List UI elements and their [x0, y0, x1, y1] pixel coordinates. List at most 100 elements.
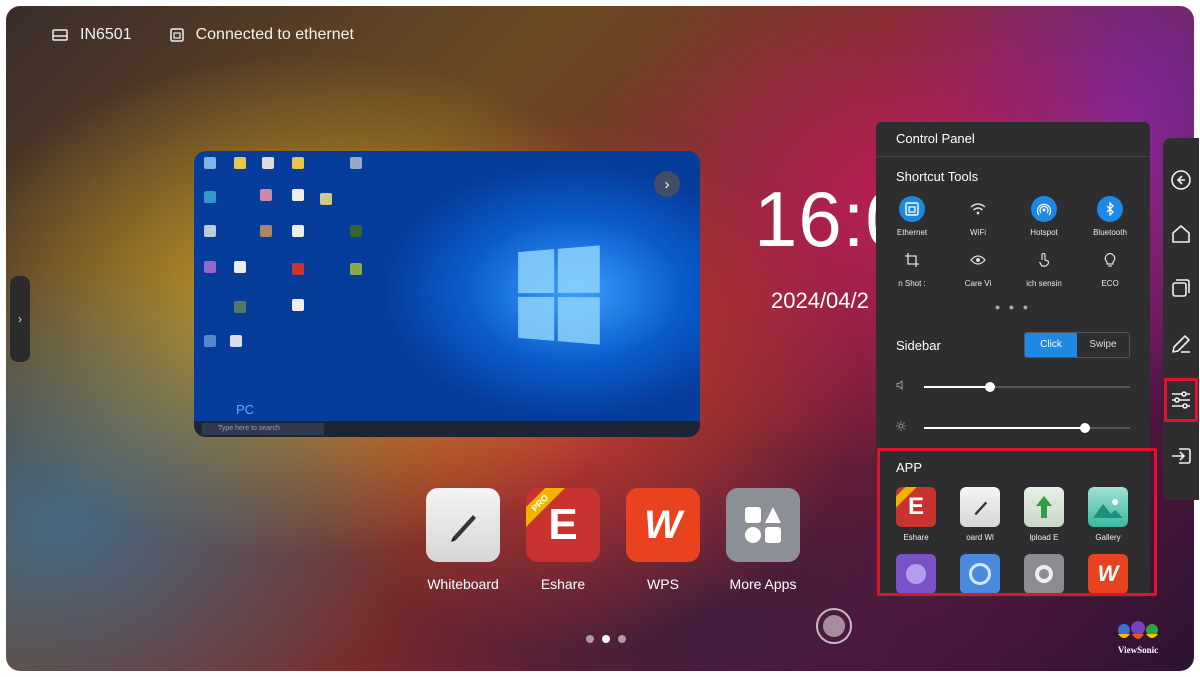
whiteboard-icon — [426, 488, 500, 562]
recent-apps-icon[interactable] — [1169, 276, 1193, 300]
shortcut-ethernet[interactable]: Ethernet — [879, 196, 945, 237]
floating-home-button[interactable] — [816, 608, 852, 644]
ethernet-icon — [169, 28, 184, 42]
dock-app-more-apps[interactable]: More Apps — [726, 488, 800, 592]
desktop-icon — [234, 157, 246, 169]
home-icon[interactable] — [1169, 222, 1193, 246]
shortcut-label: WiFi — [970, 228, 986, 237]
desktop-icon — [204, 261, 216, 273]
sidebar-option-click[interactable]: Click — [1025, 333, 1077, 357]
desktop-icon — [350, 225, 362, 237]
taskbar: Type here to search — [194, 421, 700, 437]
windows-logo — [518, 245, 600, 345]
desktop-icon — [234, 301, 246, 313]
shortcut-label: n Shot : — [898, 279, 926, 288]
viewsonic-logo: ViewSonic — [1110, 616, 1166, 656]
desktop-icon — [320, 193, 332, 205]
hotspot-icon — [1031, 196, 1057, 222]
desktop-icon — [260, 225, 272, 237]
source-preview-window[interactable]: › PC Type here to search — [194, 151, 700, 437]
desktop-icon — [292, 157, 304, 169]
brightness-slider-thumb[interactable] — [1079, 422, 1090, 433]
input-source-icon[interactable] — [1169, 444, 1193, 468]
volume-slider-row — [876, 379, 1150, 393]
annotate-pen-icon[interactable] — [1169, 332, 1193, 356]
desktop-icon — [262, 157, 274, 169]
sidebar-mode-toggle: Click Swipe — [1024, 332, 1130, 358]
dock-app-label: Whiteboard — [427, 576, 499, 592]
desktop-icon — [204, 335, 216, 347]
page-dot[interactable] — [586, 635, 594, 643]
shortcut-touch-sensing[interactable]: ich sensin — [1011, 247, 1077, 288]
volume-slider-thumb[interactable] — [984, 381, 995, 392]
desktop-icon — [292, 225, 304, 237]
chevron-right-icon: › — [18, 312, 22, 326]
wifi-icon — [965, 196, 991, 222]
display-icon — [52, 29, 68, 41]
desktop-icon — [204, 157, 216, 169]
shortcut-eye-care[interactable]: Care Vi — [945, 247, 1011, 288]
shortcut-eco[interactable]: ECO — [1077, 247, 1143, 288]
network-info: Connected to ethernet — [169, 26, 354, 44]
shortcut-tools-title: Shortcut Tools — [896, 169, 979, 184]
shortcut-bluetooth[interactable]: Bluetooth — [1077, 196, 1143, 237]
desktop-icon — [204, 225, 216, 237]
device-info: IN6501 — [52, 26, 132, 44]
more-apps-icon — [726, 488, 800, 562]
app-dock: Whiteboard PRO E Eshare W WPS More Apps — [426, 488, 800, 592]
dock-app-wps[interactable]: W WPS — [626, 488, 700, 592]
desktop-icon — [230, 335, 242, 347]
shortcut-label: Bluetooth — [1093, 228, 1127, 237]
shortcut-hotspot[interactable]: Hotspot — [1011, 196, 1077, 237]
control-panel-toggle-icon[interactable] — [1169, 388, 1193, 412]
dock-app-eshare[interactable]: PRO E Eshare — [526, 488, 600, 592]
speaker-icon — [896, 379, 914, 393]
desktop-icon — [350, 263, 362, 275]
clock-date: 2024/04/2 — [771, 288, 869, 313]
dock-app-label: More Apps — [729, 576, 797, 592]
left-sidebar-handle[interactable]: › — [10, 276, 30, 362]
right-toolbar — [1163, 138, 1199, 500]
taskbar-search: Type here to search — [202, 423, 324, 435]
sidebar-label: Sidebar — [896, 337, 941, 353]
desktop-icon — [292, 263, 304, 275]
brightness-icon — [896, 421, 914, 434]
brightness-slider-row — [876, 421, 1150, 434]
back-icon[interactable] — [1169, 168, 1193, 192]
sidebar-setting: Sidebar Click Swipe — [876, 332, 1150, 358]
shortcut-label: Hotspot — [1030, 228, 1058, 237]
desktop-icon — [350, 157, 362, 169]
eye-care-icon — [965, 247, 991, 273]
brightness-slider[interactable] — [924, 422, 1130, 433]
app-section-highlight — [877, 448, 1157, 596]
desktop-icon — [260, 189, 272, 201]
status-bar: IN6501 Connected to ethernet — [52, 26, 354, 44]
ethernet-icon — [899, 196, 925, 222]
eshare-icon: PRO E — [526, 488, 600, 562]
shortcut-label: ich sensin — [1026, 279, 1062, 288]
wps-icon: W — [626, 488, 700, 562]
shortcut-grid: Ethernet WiFi Hotspot Bluetooth n Shot :… — [876, 196, 1150, 288]
page-dot-active[interactable] — [602, 635, 610, 643]
eco-bulb-icon — [1097, 247, 1123, 273]
page-indicator — [586, 635, 626, 643]
chevron-right-icon[interactable]: › — [654, 171, 680, 197]
shortcut-label: Ethernet — [896, 228, 928, 237]
page-dot[interactable] — [618, 635, 626, 643]
dock-app-whiteboard[interactable]: Whiteboard — [426, 488, 500, 592]
shortcut-screenshot[interactable]: n Shot : — [879, 247, 945, 288]
volume-slider[interactable] — [924, 381, 1130, 392]
dock-app-label: WPS — [647, 576, 679, 592]
screenshot-icon — [899, 247, 925, 273]
shortcut-page-indicator: ● ● ● — [994, 302, 1032, 312]
sidebar-option-swipe[interactable]: Swipe — [1077, 333, 1129, 357]
desktop-icon — [292, 299, 304, 311]
source-label: PC — [236, 402, 255, 417]
desktop-icon — [292, 189, 304, 201]
shortcut-wifi[interactable]: WiFi — [945, 196, 1011, 237]
desktop-icon — [204, 191, 216, 203]
shortcut-label: ECO — [1101, 279, 1119, 288]
bluetooth-icon — [1097, 196, 1123, 222]
device-name: IN6501 — [80, 26, 132, 43]
desktop-icon — [234, 261, 246, 273]
